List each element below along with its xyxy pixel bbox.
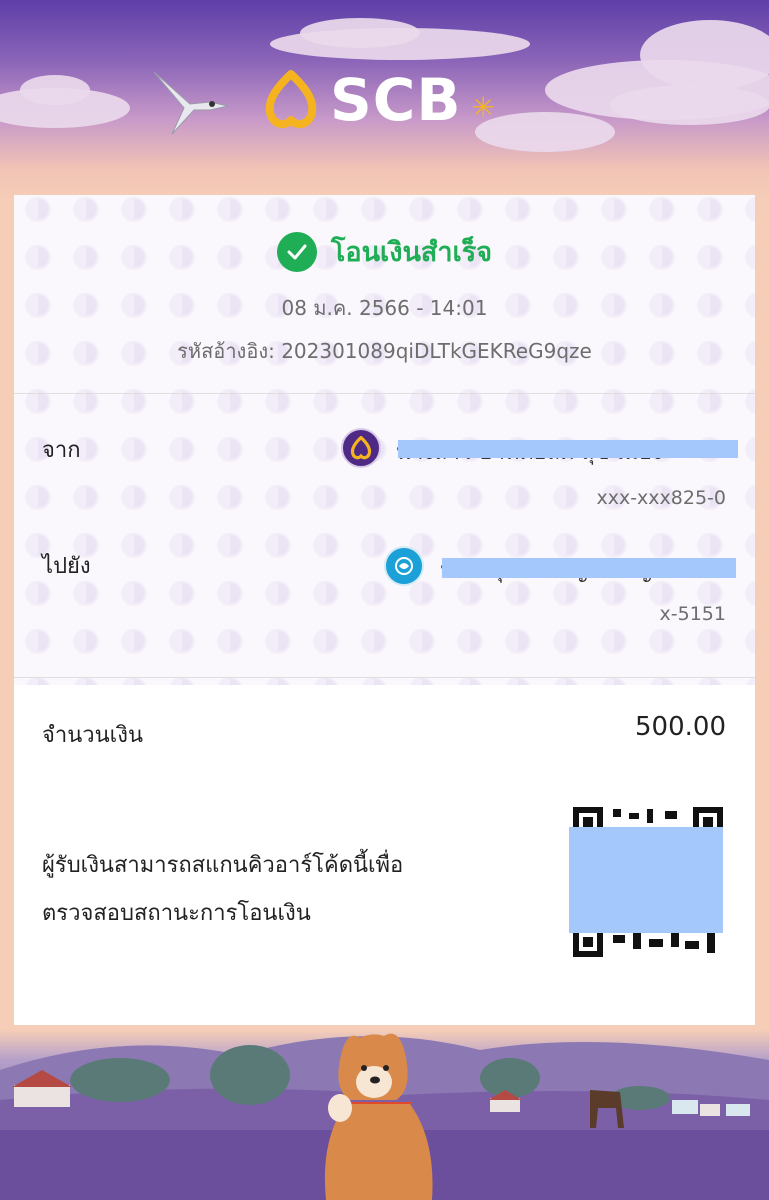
to-label: ไปยัง xyxy=(42,554,91,579)
success-check-icon xyxy=(276,231,317,272)
sparkle-icon: ✳ xyxy=(471,90,496,124)
qr-note-line2: ตรวจสอบสถานะการโอนเงิน xyxy=(42,901,311,926)
divider xyxy=(14,393,755,394)
header-banner: SCB ✳ xyxy=(0,0,769,200)
scb-logo: SCB ✳ xyxy=(262,66,495,134)
scb-bank-icon xyxy=(341,428,381,468)
divider xyxy=(14,677,755,678)
qr-note-line1: ผู้รับเงินสามารถสแกนคิวอาร์โค้ดนี้เพื่อ xyxy=(42,853,404,878)
sender-name-redaction xyxy=(398,440,738,458)
verification-qr-code[interactable] xyxy=(569,807,723,957)
reference-code: 202301089qiDLTkGEKReG9qze xyxy=(281,339,592,363)
reference-line: รหัสอ้างอิง: 202301089qiDLTkGEKReG9qze xyxy=(0,335,769,367)
recipient-name-redaction xyxy=(442,558,736,578)
bird-illustration xyxy=(153,71,229,135)
sender-account: xxx-xxx825-0 xyxy=(596,487,726,509)
footer-illustration xyxy=(0,1000,769,1200)
reference-label: รหัสอ้างอิง: xyxy=(177,339,275,363)
qr-redaction xyxy=(569,827,723,933)
transfer-status: โอนเงินสำเร็จ xyxy=(0,230,769,273)
status-title: โอนเงินสำเร็จ xyxy=(330,237,493,268)
amount-label: จำนวนเงิน xyxy=(42,723,143,748)
recipient-account: x-5151 xyxy=(659,603,726,625)
kbank-bank-icon xyxy=(384,546,424,586)
scb-emblem-icon xyxy=(265,70,317,129)
amount-value: 500.00 xyxy=(635,712,726,742)
from-label: จาก xyxy=(42,438,81,463)
transfer-datetime: 08 ม.ค. 2566 - 14:01 xyxy=(281,296,488,320)
brand-text: SCB xyxy=(330,66,462,134)
receipt-zigzag-edge xyxy=(14,998,755,1022)
